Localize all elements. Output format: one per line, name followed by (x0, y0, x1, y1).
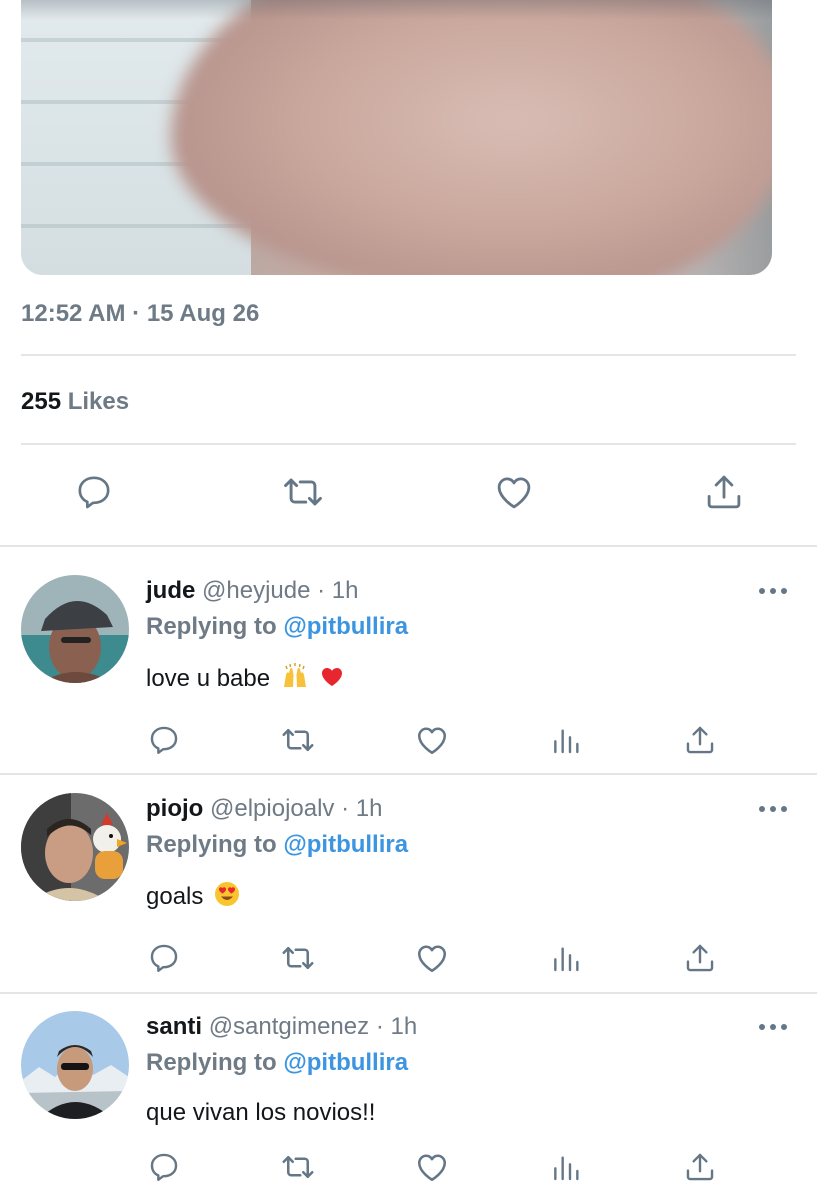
avatar-image (21, 1011, 129, 1119)
reply-icon (78, 476, 110, 509)
replying-prefix: Replying to (146, 613, 277, 640)
analytics-button[interactable] (548, 940, 584, 976)
reply-time: · 1h (317, 577, 359, 604)
replying-to-line: Replying to @pitbullira (146, 1049, 408, 1077)
display-name[interactable]: piojo (146, 795, 203, 822)
mention-link[interactable]: @pitbullira (283, 613, 408, 640)
reply-header: piojo @elpiojoalv · 1h (146, 795, 382, 823)
share-icon (686, 726, 714, 754)
share-button[interactable] (682, 722, 718, 758)
media-hand-blur (171, 0, 772, 275)
user-handle[interactable]: @heyjude (202, 577, 310, 604)
reply-text-content: goals (146, 883, 204, 910)
user-handle[interactable]: @elpiojoalv (210, 795, 334, 822)
reply-tweet[interactable]: jude @heyjude · 1h Replying to @pitbulli… (0, 547, 817, 773)
raising-hands-emoji (283, 663, 306, 687)
share-button[interactable] (702, 470, 746, 514)
replying-prefix: Replying to (146, 1049, 277, 1076)
tweet-media-image[interactable] (21, 0, 772, 275)
like-icon (417, 1154, 447, 1182)
reply-text: love u babe (146, 663, 345, 693)
heart-eyes-emoji (215, 882, 240, 906)
divider (21, 443, 796, 445)
avatar[interactable] (21, 1011, 129, 1119)
analytics-button[interactable] (548, 1149, 584, 1185)
like-button[interactable] (414, 940, 450, 976)
avatar[interactable] (21, 575, 129, 683)
reply-time: · 1h (341, 795, 383, 822)
reply-text: que vivan los novios!! (146, 1099, 375, 1127)
retweet-icon (282, 728, 314, 752)
likes-summary[interactable]: 255 Likes (21, 388, 129, 416)
reply-icon (150, 726, 178, 754)
reply-text-content: love u babe (146, 665, 271, 692)
reply-text: goals (146, 881, 240, 911)
analytics-icon (554, 729, 579, 754)
share-icon (686, 1153, 714, 1181)
display-name[interactable]: jude (146, 577, 195, 604)
retweet-icon (284, 478, 322, 506)
more-options-icon[interactable] (758, 585, 788, 597)
reply-button[interactable] (146, 722, 182, 758)
reply-tweet[interactable]: santi @santgimenez · 1h Replying to @pit… (0, 983, 817, 1200)
retweet-button[interactable] (280, 1149, 316, 1185)
retweet-button[interactable] (280, 940, 316, 976)
reply-text-content: que vivan los novios!! (146, 1099, 376, 1126)
replying-to-line: Replying to @pitbullira (146, 831, 408, 859)
like-button[interactable] (492, 470, 536, 514)
analytics-icon (554, 947, 579, 972)
avatar-image (21, 793, 129, 901)
retweet-icon (282, 1155, 314, 1179)
like-icon (417, 727, 447, 755)
share-icon (686, 944, 714, 972)
replying-prefix: Replying to (146, 831, 277, 858)
like-icon (497, 477, 531, 509)
mention-link[interactable]: @pitbullira (283, 831, 408, 858)
analytics-icon (554, 1156, 579, 1181)
analytics-button[interactable] (548, 722, 584, 758)
reply-header: santi @santgimenez · 1h (146, 1013, 417, 1041)
retweet-icon (282, 946, 314, 970)
more-options-icon[interactable] (758, 1021, 788, 1033)
tweet-action-bar (0, 470, 817, 520)
reply-button[interactable] (72, 470, 116, 514)
avatar-image (21, 575, 129, 683)
replying-to-line: Replying to @pitbullira (146, 613, 408, 641)
like-icon (417, 945, 447, 973)
retweet-button[interactable] (281, 470, 325, 514)
display-name[interactable]: santi (146, 1013, 202, 1040)
reply-tweet[interactable]: piojo @elpiojoalv · 1h Replying to @pitb… (0, 765, 817, 991)
reply-button[interactable] (146, 940, 182, 976)
reply-time: · 1h (375, 1013, 418, 1040)
user-handle[interactable]: @santgimenez (209, 1013, 369, 1040)
reply-button[interactable] (146, 1149, 182, 1185)
likes-label: Likes (67, 388, 130, 415)
like-button[interactable] (414, 1149, 450, 1185)
reply-icon (150, 944, 178, 972)
likes-count: 255 (21, 388, 62, 415)
reply-header: jude @heyjude · 1h (146, 577, 358, 605)
mention-link[interactable]: @pitbullira (283, 1049, 408, 1076)
share-button[interactable] (682, 940, 718, 976)
like-button[interactable] (414, 722, 450, 758)
tweet-timestamp: 12:52 AM · 15 Aug 26 (21, 300, 260, 327)
share-icon (707, 475, 741, 509)
avatar[interactable] (21, 793, 129, 901)
share-button[interactable] (682, 1149, 718, 1185)
reply-icon (150, 1153, 178, 1181)
more-options-icon[interactable] (758, 803, 788, 815)
divider (21, 354, 796, 356)
retweet-button[interactable] (280, 722, 316, 758)
red-heart-emoji (322, 668, 343, 686)
